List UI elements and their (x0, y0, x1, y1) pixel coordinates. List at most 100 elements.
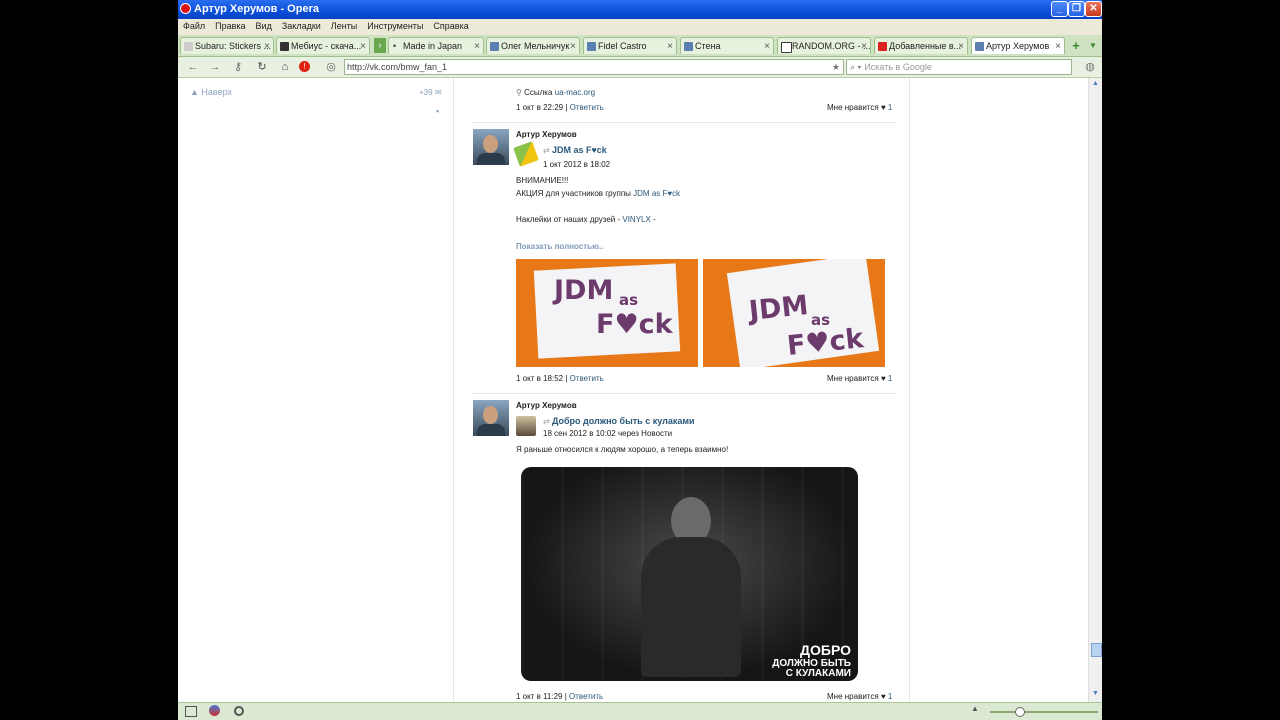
avatar[interactable] (473, 400, 509, 436)
sticker-photo-1[interactable]: JDM as F♥ck (516, 259, 698, 367)
back-to-top[interactable]: ▲ Наверх (190, 87, 232, 97)
sticker-photo-2[interactable]: JDM as F♥ck (703, 259, 885, 367)
post-author[interactable]: Артур Херумов (516, 401, 577, 410)
japan-leaf-icon[interactable] (513, 141, 539, 167)
bookmark-star-icon[interactable]: ★ (832, 60, 840, 74)
group-thumbnail[interactable] (516, 416, 536, 436)
tab-fidel[interactable]: Fidel Castro × (583, 37, 677, 54)
reply-link[interactable]: Ответить (570, 103, 604, 112)
post-time[interactable]: 1 окт в 11:29 (516, 692, 563, 701)
scrollbar-thumb[interactable] (1091, 643, 1102, 657)
speed-dial-icon[interactable] (234, 706, 244, 716)
key-icon[interactable]: ⚷ (231, 60, 245, 74)
tab-mebius[interactable]: Мебиус - скача... × (276, 37, 370, 54)
tab-close-icon[interactable]: × (1055, 38, 1061, 54)
menu-edit[interactable]: Правка (210, 19, 250, 31)
like-count: 1 (887, 374, 893, 383)
group-link[interactable]: JDM as F♥ck (633, 189, 680, 198)
tab-subaru[interactable]: Subaru: Stickers ... × (180, 37, 274, 54)
like-button[interactable]: Мне нравится ♥ 1 (827, 692, 892, 701)
show-more-link[interactable]: Показать полностью.. (516, 242, 603, 251)
search-input[interactable]: ⌕ ▾ Искать в Google (846, 59, 1072, 75)
menu-feeds[interactable]: Ленты (326, 19, 362, 31)
zoom-slider-handle[interactable] (1015, 707, 1025, 717)
menu-file[interactable]: Файл (178, 19, 210, 31)
menu-view[interactable]: Вид (251, 19, 277, 31)
minimize-button[interactable]: _ (1051, 1, 1068, 17)
repost-time[interactable]: 18 сен 2012 в 10:02 через Новости (543, 429, 672, 438)
reload-icon[interactable]: ↻ (255, 60, 269, 74)
repost-source-name[interactable]: Добро должно быть с кулаками (552, 416, 695, 426)
menu-bookmarks[interactable]: Закладки (277, 19, 326, 31)
like-label: Мне нравится (827, 374, 879, 383)
address-bar[interactable]: http://vk.com/bmw_fan_1 ★ (344, 59, 844, 75)
vk-icon (587, 42, 596, 51)
forward-arrow-icon[interactable]: → (208, 60, 222, 74)
like-label: Мне нравится (827, 103, 879, 112)
like-button[interactable]: Мне нравится ♥ 1 (827, 374, 892, 383)
repost-time[interactable]: 1 окт 2012 в 18:02 (543, 160, 610, 169)
back-arrow-icon[interactable]: ← (186, 60, 200, 74)
tab-close-icon[interactable]: × (667, 38, 673, 54)
maximize-button[interactable]: ❐ (1068, 1, 1085, 17)
mail-icon: ✉ (434, 88, 442, 97)
panel-toggle-icon[interactable] (185, 706, 197, 717)
menu-tools[interactable]: Инструменты (362, 19, 428, 31)
vk-icon (490, 42, 499, 51)
vinylx-link[interactable]: VINYLX (622, 215, 650, 224)
post-text-line: Наклейки от наших друзей - VINYLX - (516, 215, 656, 224)
home-icon[interactable]: ⌂ (278, 60, 292, 74)
tab-group-arrow-icon[interactable]: › (374, 38, 386, 53)
post-time[interactable]: 1 окт в 22:29 (516, 103, 563, 112)
film-icon (280, 42, 289, 51)
reply-link[interactable]: Ответить (569, 692, 603, 701)
zoom-menu-icon[interactable]: ▲ (971, 704, 979, 713)
tab-close-icon[interactable]: × (264, 38, 270, 54)
post-time[interactable]: 1 окт в 18:52 (516, 374, 563, 383)
tab-close-icon[interactable]: × (764, 38, 770, 54)
scroll-up-icon[interactable]: ▲ (1092, 80, 1099, 87)
tab-close-icon[interactable]: × (360, 38, 366, 54)
window-title: Артур Херумов - Opera (194, 3, 319, 15)
tab-wall[interactable]: Стена × (680, 37, 774, 54)
close-window-button[interactable]: ✕ (1085, 1, 1102, 17)
opera-turbo-icon[interactable]: ! (299, 61, 310, 72)
sticker-text: F♥ck (596, 309, 673, 340)
reply-link[interactable]: Ответить (570, 374, 604, 383)
post-link-attachment: ⚲ Ссылка ua-mac.org (516, 88, 595, 97)
post-photo[interactable]: ДОБРО ДОЛЖНО БЫТЬ С КУЛАКАМИ (521, 467, 858, 681)
tab-label: Артур Херумов (986, 41, 1050, 51)
scroll-down-icon[interactable]: ▼ (1092, 690, 1099, 697)
tab-close-icon[interactable]: × (861, 38, 867, 54)
chat-bubble-icon[interactable]: ▪ (436, 106, 439, 116)
avatar[interactable] (473, 129, 509, 165)
opera-unite-icon[interactable] (209, 705, 220, 716)
address-text: http://vk.com/bmw_fan_1 (347, 62, 448, 72)
tab-close-icon[interactable]: × (958, 38, 964, 54)
menu-help[interactable]: Справка (428, 19, 473, 31)
repost-source: ⇄ JDM as F♥ck (543, 145, 607, 155)
tab-menu-chevron-icon[interactable]: ▼ (1087, 38, 1099, 53)
link-url[interactable]: ua-mac.org (555, 88, 595, 97)
site-info-icon[interactable]: ◎ (324, 60, 338, 74)
repost-icon: ⇄ (543, 417, 552, 426)
like-button[interactable]: Мне нравится ♥ 1 (827, 103, 892, 112)
tab-artur-active[interactable]: Артур Херумов × (971, 37, 1065, 54)
opera-logo-icon (180, 3, 191, 14)
tab-made-in-japan[interactable]: • Made in Japan × (388, 37, 484, 54)
globe-icon[interactable]: ◍ (1083, 60, 1097, 74)
page-icon (184, 42, 193, 51)
zoom-slider[interactable] (990, 707, 1098, 717)
up-triangle-icon: ▲ (190, 87, 202, 97)
vertical-scrollbar[interactable]: ▲ ▼ (1088, 78, 1102, 702)
tab-oleg[interactable]: Олег Мельничук × (486, 37, 580, 54)
tab-random-org[interactable]: RANDOM.ORG - ... × (777, 37, 871, 54)
tab-close-icon[interactable]: × (570, 38, 576, 54)
notifications-count[interactable]: +39 ✉ (419, 88, 442, 97)
post-author[interactable]: Артур Херумов (516, 130, 577, 139)
repost-source-name[interactable]: JDM as F♥ck (552, 145, 607, 155)
tab-close-icon[interactable]: × (474, 38, 480, 54)
tab-youtube[interactable]: Добавленные в... × (874, 37, 968, 54)
new-tab-plus-icon[interactable]: + (1069, 38, 1083, 53)
tab-label: Made in Japan (403, 41, 463, 51)
